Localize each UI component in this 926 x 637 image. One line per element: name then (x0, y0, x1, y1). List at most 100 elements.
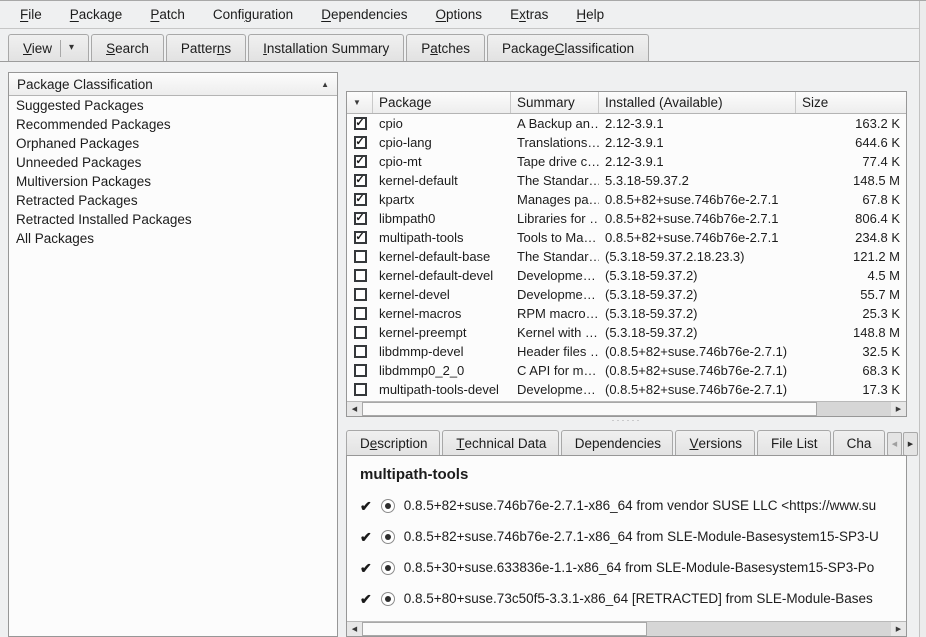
menu-item[interactable]: Patch (136, 3, 199, 26)
package-checkbox[interactable]: ✓ (354, 288, 367, 301)
package-row[interactable]: ✓ kernel-macros RPM macro… (5.3.18-59.37… (347, 304, 906, 323)
package-row[interactable]: ✓ multipath-tools Tools to Ma… 0.8.5+82+… (347, 228, 906, 247)
classification-item[interactable]: Suggested Packages (9, 96, 337, 115)
label-pre: Cha (847, 436, 872, 451)
classification-item[interactable]: All Packages (9, 229, 337, 248)
package-checkbox[interactable]: ✓ (354, 117, 367, 130)
package-row[interactable]: ✓ libdmmp-devel Header files … (0.8.5+82… (347, 342, 906, 361)
detail-tab[interactable]: Description (346, 430, 440, 456)
package-column-header[interactable]: Package (373, 92, 511, 113)
tab-view[interactable]: View ▾ (8, 34, 89, 61)
package-row[interactable]: ✓ libmpath0 Libraries for … 0.8.5+82+sus… (347, 209, 906, 228)
tab-scroll-right-icon[interactable]: ▶ (903, 432, 918, 456)
package-checkbox[interactable]: ✓ (354, 345, 367, 358)
scroll-left-arrow-icon[interactable]: ◀ (347, 622, 362, 636)
package-row[interactable]: ✓ multipath-tools-devel Developme… (0.8.… (347, 380, 906, 399)
scrollbar-thumb[interactable] (362, 402, 817, 416)
package-checkbox[interactable]: ✓ (354, 212, 367, 225)
scrollbar-groove[interactable] (362, 402, 891, 416)
package-checkbox[interactable]: ✓ (354, 307, 367, 320)
package-row[interactable]: ✓ cpio-lang Translations… 2.12-3.9.1 644… (347, 133, 906, 152)
scroll-right-arrow-icon[interactable]: ▶ (891, 402, 906, 416)
package-checkbox[interactable]: ✓ (354, 174, 367, 187)
summary-column-header[interactable]: Summary (511, 92, 599, 113)
package-checkbox[interactable]: ✓ (354, 326, 367, 339)
main-tab[interactable]: Search (91, 34, 164, 61)
scroll-right-arrow-icon[interactable]: ▶ (891, 622, 906, 636)
menu-item[interactable]: Options (422, 3, 497, 26)
status-cell: ✓ (347, 228, 373, 247)
package-checkbox[interactable]: ✓ (354, 155, 367, 168)
package-row[interactable]: ✓ kpartx Manages pa… 0.8.5+82+suse.746b7… (347, 190, 906, 209)
label-pre: Package (502, 41, 555, 56)
version-row[interactable]: ✔ 0.8.5+82+suse.746b76e-2.7.1-x86_64 fro… (360, 496, 906, 515)
tab-scroll-left-icon[interactable]: ◀ (887, 432, 902, 456)
scrollbar-groove[interactable] (362, 622, 891, 636)
package-row[interactable]: ✓ kernel-devel Developme… (5.3.18-59.37.… (347, 285, 906, 304)
classification-item[interactable]: Retracted Installed Packages (9, 210, 337, 229)
classification-item-label: All Packages (16, 231, 94, 246)
package-row[interactable]: ✓ cpio-mt Tape drive c… 2.12-3.9.1 77.4 … (347, 152, 906, 171)
package-row[interactable]: ✓ kernel-default-devel Developme… (5.3.1… (347, 266, 906, 285)
versions-hscrollbar[interactable]: ◀ ▶ (347, 621, 906, 636)
version-text: 0.8.5+82+suse.746b76e-2.7.1-x86_64 from … (404, 498, 876, 513)
main-tab[interactable]: Patches (406, 34, 485, 61)
menu-item[interactable]: Help (562, 3, 618, 26)
version-row[interactable]: ✔ 0.8.5+80+suse.73c50f5-3.3.1-x86_64 [RE… (360, 589, 906, 608)
version-radio-icon[interactable] (381, 530, 395, 544)
main-tab[interactable]: Package Classification (487, 34, 649, 61)
package-row[interactable]: ✓ kernel-preempt Kernel with … (5.3.18-5… (347, 323, 906, 342)
menu-item[interactable]: Configuration (199, 3, 307, 26)
scroll-left-arrow-icon[interactable]: ◀ (347, 402, 362, 416)
package-checkbox[interactable]: ✓ (354, 231, 367, 244)
version-row[interactable]: ✔ 0.8.5+30+suse.633836e-1.1-x86_64 from … (360, 558, 906, 577)
version-radio-icon[interactable] (381, 499, 395, 513)
package-checkbox[interactable]: ✓ (354, 136, 367, 149)
package-name-cell: kernel-default-base (373, 247, 511, 266)
version-row[interactable]: ✔ 0.8.5+82+suse.746b76e-2.7.1-x86_64 fro… (360, 527, 906, 546)
package-row[interactable]: ✓ kernel-default The Standar… 5.3.18-59.… (347, 171, 906, 190)
status-column-header[interactable]: ▼ (347, 92, 373, 113)
detail-tab[interactable]: Versions (675, 430, 755, 456)
version-radio-icon[interactable] (381, 561, 395, 575)
size-column-header[interactable]: Size (796, 92, 906, 113)
classification-item[interactable]: Unneeded Packages (9, 153, 337, 172)
chevron-down-icon[interactable]: ▾ (69, 43, 74, 53)
classification-item[interactable]: Multiversion Packages (9, 172, 337, 191)
menu-item[interactable]: File (6, 3, 56, 26)
classification-item[interactable]: Orphaned Packages (9, 134, 337, 153)
radio-dot (385, 534, 391, 540)
package-checkbox[interactable]: ✓ (354, 250, 367, 263)
menu-item[interactable]: Dependencies (307, 3, 421, 26)
installed-check-icon: ✔ (360, 561, 372, 575)
package-table-hscrollbar[interactable]: ◀ ▶ (347, 401, 906, 416)
package-row[interactable]: ✓ cpio A Backup an… 2.12-3.9.1 163.2 K (347, 114, 906, 133)
status-cell: ✓ (347, 133, 373, 152)
label-pre: Confi (213, 7, 245, 22)
package-row[interactable]: ✓ kernel-default-base The Standar… (5.3.… (347, 247, 906, 266)
package-checkbox[interactable]: ✓ (354, 269, 367, 282)
installed-column-header[interactable]: Installed (Available) (599, 92, 796, 113)
menu-item[interactable]: Package (56, 3, 137, 26)
package-checkbox[interactable]: ✓ (354, 193, 367, 206)
summary-cell: Developme… (511, 285, 599, 304)
splitter-handle[interactable]: ······ (346, 415, 907, 425)
package-name-cell: kernel-default (373, 171, 511, 190)
label-post: ependencies (331, 7, 408, 22)
scrollbar-thumb[interactable] (362, 622, 647, 636)
classification-column-header[interactable]: Package Classification ▲ (9, 73, 337, 96)
package-checkbox[interactable]: ✓ (354, 364, 367, 377)
package-row[interactable]: ✓ libdmmp0_2_0 C API for m… (0.8.5+82+su… (347, 361, 906, 380)
detail-tab[interactable]: Technical Data (442, 430, 558, 456)
detail-tab[interactable]: File List (757, 430, 831, 456)
installed-cell: (5.3.18-59.37.2) (599, 266, 796, 285)
classification-item[interactable]: Recommended Packages (9, 115, 337, 134)
main-tab[interactable]: Installation Summary (248, 34, 404, 61)
main-tab[interactable]: Patterns (166, 34, 246, 61)
menu-item[interactable]: Extras (496, 3, 562, 26)
detail-tab[interactable]: Cha (833, 430, 885, 456)
detail-tab[interactable]: Dependencies (561, 430, 674, 456)
classification-item[interactable]: Retracted Packages (9, 191, 337, 210)
package-checkbox[interactable]: ✓ (354, 383, 367, 396)
version-radio-icon[interactable] (381, 592, 395, 606)
